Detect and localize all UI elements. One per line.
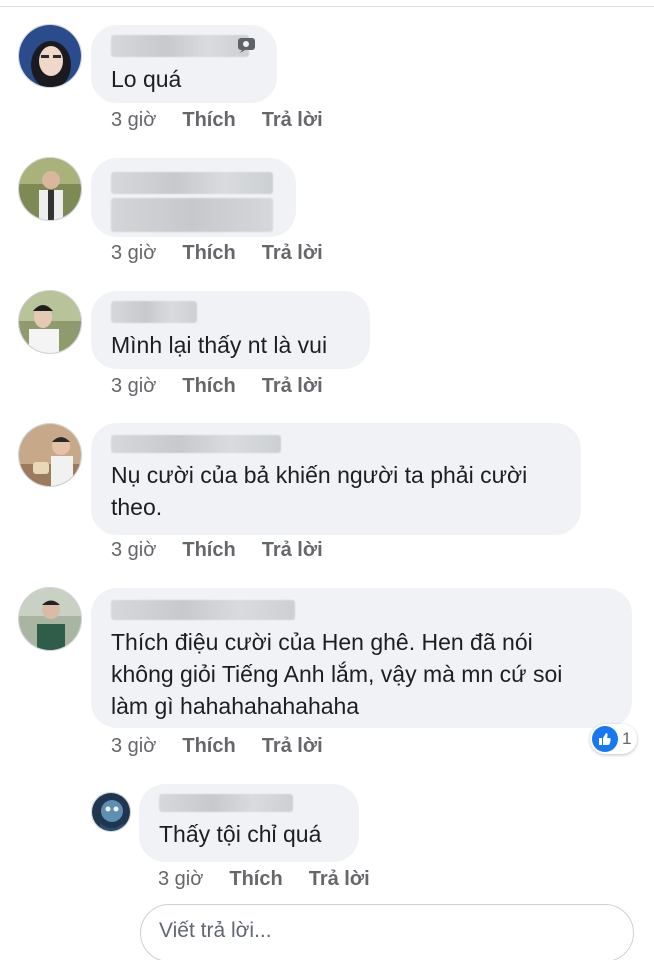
comment-bubble (91, 158, 296, 237)
divider (0, 6, 654, 7)
like-button[interactable]: Thích (182, 539, 235, 561)
comment-bubble: Thích điệu cười của Hen ghê. Hen đã nói … (91, 588, 632, 728)
reaction-summary[interactable]: 1 (590, 724, 638, 754)
comment-actions: 3 giờ Thích Trả lời (111, 539, 349, 562)
reply-text: Thấy tội chỉ quá (159, 821, 322, 847)
timestamp[interactable]: 3 giờ (111, 109, 156, 131)
reply-button[interactable]: Trả lời (262, 109, 323, 131)
avatar[interactable] (91, 792, 131, 832)
timestamp[interactable]: 3 giờ (111, 735, 156, 757)
avatar[interactable] (18, 290, 82, 354)
comment-bubble: Nụ cười của bả khiến người ta phải cười … (91, 423, 581, 535)
reply-button[interactable]: Trả lời (262, 375, 323, 397)
like-icon (592, 726, 618, 752)
comment-bubble: Mình lại thấy nt là vui (91, 291, 370, 369)
timestamp[interactable]: 3 giờ (111, 375, 156, 397)
timestamp[interactable]: 3 giờ (158, 868, 203, 890)
reply-actions: 3 giờ Thích Trả lời (158, 868, 396, 891)
like-button[interactable]: Thích (182, 375, 235, 397)
author-name-redacted[interactable] (111, 600, 295, 620)
reply-button[interactable]: Trả lời (262, 242, 323, 264)
reply-button[interactable]: Trả lời (262, 539, 323, 561)
author-name-redacted[interactable] (111, 301, 197, 323)
comment-text: Mình lại thấy nt là vui (111, 332, 328, 358)
comment-actions: 3 giờ Thích Trả lời (111, 109, 349, 132)
reply-button[interactable]: Trả lời (262, 735, 323, 757)
reply-input[interactable]: Viết trả lời... (140, 904, 634, 960)
timestamp[interactable]: 3 giờ (111, 539, 156, 561)
comment-actions: 3 giờ Thích Trả lời (111, 375, 349, 398)
like-button[interactable]: Thích (182, 242, 235, 264)
comment-text: Nụ cười của bả khiến người ta phải cười … (111, 462, 528, 520)
avatar[interactable] (18, 423, 82, 487)
comment-text: Lo quá (111, 66, 182, 92)
avatar[interactable] (18, 587, 82, 651)
avatar[interactable] (18, 24, 82, 88)
like-button[interactable]: Thích (182, 735, 235, 757)
author-name-redacted[interactable] (111, 35, 249, 57)
author-name-redacted[interactable] (159, 794, 293, 812)
avatar[interactable] (18, 157, 82, 221)
author-name-redacted[interactable] (111, 435, 281, 453)
comment-actions: 3 giờ Thích Trả lời (111, 242, 349, 265)
comment-bubble: Lo quá (91, 25, 277, 103)
reply-input-placeholder: Viết trả lời... (159, 919, 272, 942)
reply-button[interactable]: Trả lời (309, 868, 370, 890)
comment-text-redacted (111, 198, 273, 232)
like-button[interactable]: Thích (229, 868, 282, 890)
photo-comment-icon (238, 38, 255, 53)
comment-text: Thích điệu cười của Hen ghê. Hen đã nói … (111, 629, 563, 719)
reaction-count: 1 (622, 729, 632, 748)
author-name-redacted[interactable] (111, 172, 273, 194)
comment-actions: 3 giờ Thích Trả lời (111, 735, 349, 758)
timestamp[interactable]: 3 giờ (111, 242, 156, 264)
like-button[interactable]: Thích (182, 109, 235, 131)
reply-bubble: Thấy tội chỉ quá (139, 784, 359, 862)
